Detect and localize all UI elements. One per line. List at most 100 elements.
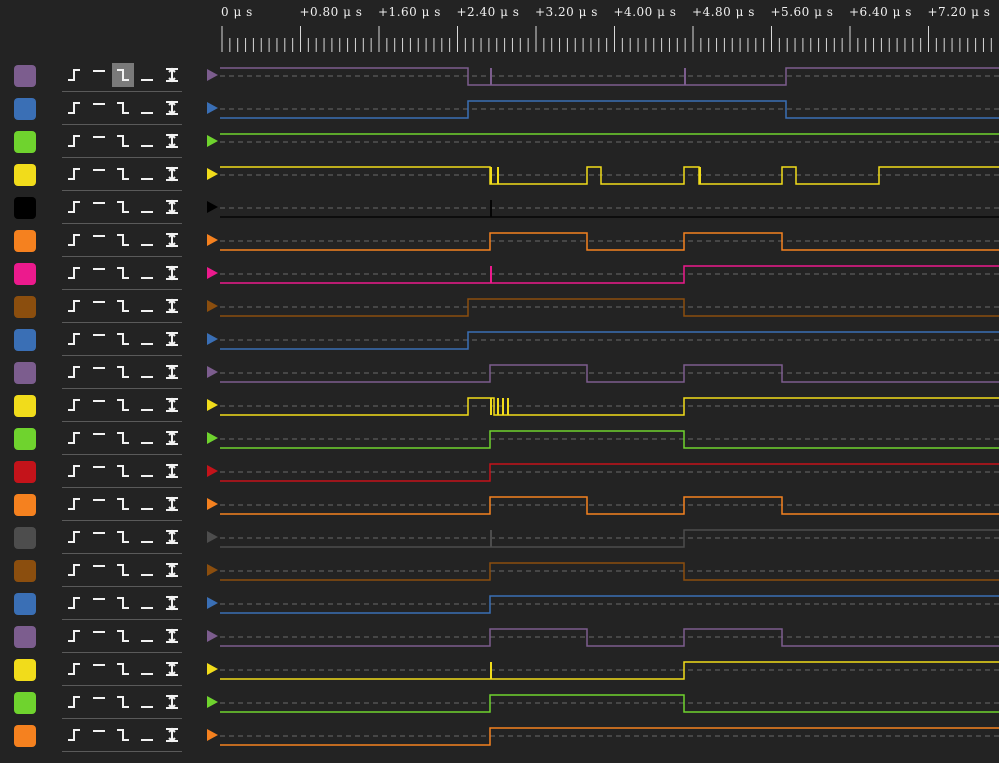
rising-edge-icon[interactable] — [63, 459, 85, 483]
falling-edge-icon[interactable] — [112, 63, 134, 87]
rising-edge-icon[interactable] — [63, 525, 85, 549]
waveform[interactable] — [220, 226, 999, 259]
channel-index-badge[interactable] — [14, 659, 36, 681]
channel-index-badge[interactable] — [14, 230, 36, 252]
falling-edge-icon[interactable] — [112, 558, 134, 582]
channel-row[interactable] — [0, 655, 999, 688]
rising-edge-icon[interactable] — [63, 195, 85, 219]
any-edge-icon[interactable] — [161, 360, 183, 384]
channel-row[interactable] — [0, 556, 999, 589]
any-edge-icon[interactable] — [161, 459, 183, 483]
falling-edge-icon[interactable] — [112, 294, 134, 318]
low-level-icon[interactable] — [136, 327, 158, 351]
low-level-icon[interactable] — [136, 459, 158, 483]
high-level-icon[interactable] — [88, 723, 110, 747]
high-level-icon[interactable] — [88, 162, 110, 186]
waveform[interactable] — [220, 622, 999, 655]
low-level-icon[interactable] — [136, 525, 158, 549]
rising-edge-icon[interactable] — [63, 492, 85, 516]
rising-edge-icon[interactable] — [63, 723, 85, 747]
channel-row[interactable] — [0, 358, 999, 391]
waveform[interactable] — [220, 457, 999, 490]
channel-marker-icon[interactable] — [207, 300, 218, 312]
waveform[interactable] — [220, 688, 999, 721]
falling-edge-icon[interactable] — [112, 261, 134, 285]
low-level-icon[interactable] — [136, 195, 158, 219]
falling-edge-icon[interactable] — [112, 360, 134, 384]
channel-marker-icon[interactable] — [207, 663, 218, 675]
channel-row[interactable] — [0, 292, 999, 325]
channel-index-badge[interactable] — [14, 296, 36, 318]
waveform[interactable] — [220, 589, 999, 622]
any-edge-icon[interactable] — [161, 426, 183, 450]
any-edge-icon[interactable] — [161, 294, 183, 318]
channel-row[interactable] — [0, 622, 999, 655]
low-level-icon[interactable] — [136, 360, 158, 384]
waveform[interactable] — [220, 358, 999, 391]
waveform[interactable] — [220, 325, 999, 358]
channel-marker-icon[interactable] — [207, 696, 218, 708]
channel-row[interactable] — [0, 589, 999, 622]
any-edge-icon[interactable] — [161, 393, 183, 417]
low-level-icon[interactable] — [136, 426, 158, 450]
channel-row[interactable] — [0, 721, 999, 754]
channel-row[interactable] — [0, 226, 999, 259]
channel-row[interactable] — [0, 160, 999, 193]
channel-row[interactable] — [0, 94, 999, 127]
waveform[interactable] — [220, 721, 999, 754]
any-edge-icon[interactable] — [161, 723, 183, 747]
channel-marker-icon[interactable] — [207, 234, 218, 246]
high-level-icon[interactable] — [88, 492, 110, 516]
any-edge-icon[interactable] — [161, 525, 183, 549]
low-level-icon[interactable] — [136, 690, 158, 714]
channel-index-badge[interactable] — [14, 362, 36, 384]
any-edge-icon[interactable] — [161, 657, 183, 681]
rising-edge-icon[interactable] — [63, 294, 85, 318]
high-level-icon[interactable] — [88, 657, 110, 681]
falling-edge-icon[interactable] — [112, 591, 134, 615]
falling-edge-icon[interactable] — [112, 492, 134, 516]
any-edge-icon[interactable] — [161, 591, 183, 615]
falling-edge-icon[interactable] — [112, 426, 134, 450]
waveform[interactable] — [220, 127, 999, 160]
falling-edge-icon[interactable] — [112, 162, 134, 186]
waveform[interactable] — [220, 490, 999, 523]
low-level-icon[interactable] — [136, 492, 158, 516]
high-level-icon[interactable] — [88, 195, 110, 219]
falling-edge-icon[interactable] — [112, 195, 134, 219]
high-level-icon[interactable] — [88, 525, 110, 549]
falling-edge-icon[interactable] — [112, 657, 134, 681]
waveform[interactable] — [220, 391, 999, 424]
low-level-icon[interactable] — [136, 261, 158, 285]
any-edge-icon[interactable] — [161, 261, 183, 285]
high-level-icon[interactable] — [88, 129, 110, 153]
waveform[interactable] — [220, 193, 999, 226]
rising-edge-icon[interactable] — [63, 261, 85, 285]
rising-edge-icon[interactable] — [63, 690, 85, 714]
rising-edge-icon[interactable] — [63, 426, 85, 450]
channel-row[interactable] — [0, 127, 999, 160]
low-level-icon[interactable] — [136, 96, 158, 120]
channel-row[interactable] — [0, 523, 999, 556]
falling-edge-icon[interactable] — [112, 228, 134, 252]
channel-index-badge[interactable] — [14, 395, 36, 417]
high-level-icon[interactable] — [88, 63, 110, 87]
low-level-icon[interactable] — [136, 228, 158, 252]
channel-marker-icon[interactable] — [207, 366, 218, 378]
channel-marker-icon[interactable] — [207, 399, 218, 411]
channel-index-badge[interactable] — [14, 263, 36, 285]
falling-edge-icon[interactable] — [112, 129, 134, 153]
any-edge-icon[interactable] — [161, 96, 183, 120]
any-edge-icon[interactable] — [161, 63, 183, 87]
any-edge-icon[interactable] — [161, 558, 183, 582]
high-level-icon[interactable] — [88, 558, 110, 582]
channel-marker-icon[interactable] — [207, 168, 218, 180]
falling-edge-icon[interactable] — [112, 525, 134, 549]
falling-edge-icon[interactable] — [112, 459, 134, 483]
channel-row[interactable] — [0, 490, 999, 523]
high-level-icon[interactable] — [88, 327, 110, 351]
high-level-icon[interactable] — [88, 96, 110, 120]
low-level-icon[interactable] — [136, 657, 158, 681]
rising-edge-icon[interactable] — [63, 591, 85, 615]
time-ruler[interactable]: 0 μ s +0.80 μ s +1.60 μ s +2.40 μ s +3.20 μ … — [205, 0, 999, 56]
